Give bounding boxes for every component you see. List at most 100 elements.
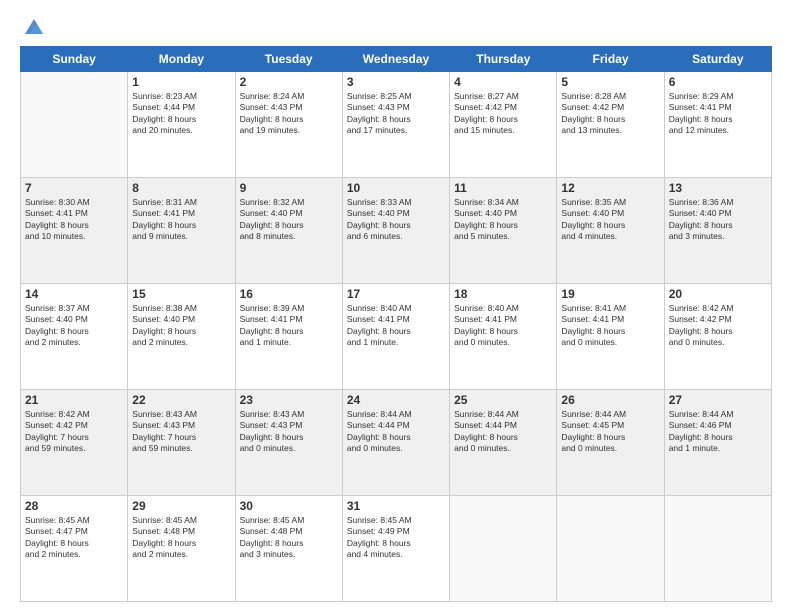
day-number: 23 — [240, 393, 338, 407]
day-number: 5 — [561, 75, 659, 89]
day-number: 31 — [347, 499, 445, 513]
day-number: 6 — [669, 75, 767, 89]
day-number: 11 — [454, 181, 552, 195]
day-info: Sunrise: 8:32 AM Sunset: 4:40 PM Dayligh… — [240, 197, 338, 243]
day-number: 7 — [25, 181, 123, 195]
day-info: Sunrise: 8:44 AM Sunset: 4:44 PM Dayligh… — [347, 409, 445, 455]
day-info: Sunrise: 8:43 AM Sunset: 4:43 PM Dayligh… — [240, 409, 338, 455]
calendar-week-row: 1 Sunrise: 8:23 AM Sunset: 4:44 PM Daylig… — [21, 72, 772, 178]
calendar-cell: 17 Sunrise: 8:40 AM Sunset: 4:41 PM Dayli… — [342, 284, 449, 390]
calendar-cell: 23 Sunrise: 8:43 AM Sunset: 4:43 PM Dayli… — [235, 390, 342, 496]
logo — [20, 20, 45, 38]
weekday-header: Thursday — [450, 47, 557, 72]
day-number: 12 — [561, 181, 659, 195]
day-info: Sunrise: 8:29 AM Sunset: 4:41 PM Dayligh… — [669, 91, 767, 137]
day-number: 15 — [132, 287, 230, 301]
day-info: Sunrise: 8:44 AM Sunset: 4:44 PM Dayligh… — [454, 409, 552, 455]
day-number: 19 — [561, 287, 659, 301]
day-info: Sunrise: 8:41 AM Sunset: 4:41 PM Dayligh… — [561, 303, 659, 349]
day-number: 16 — [240, 287, 338, 301]
day-info: Sunrise: 8:45 AM Sunset: 4:49 PM Dayligh… — [347, 515, 445, 561]
day-number: 2 — [240, 75, 338, 89]
day-info: Sunrise: 8:38 AM Sunset: 4:40 PM Dayligh… — [132, 303, 230, 349]
calendar-week-row: 7 Sunrise: 8:30 AM Sunset: 4:41 PM Daylig… — [21, 178, 772, 284]
calendar-cell: 1 Sunrise: 8:23 AM Sunset: 4:44 PM Daylig… — [128, 72, 235, 178]
day-info: Sunrise: 8:36 AM Sunset: 4:40 PM Dayligh… — [669, 197, 767, 243]
day-info: Sunrise: 8:40 AM Sunset: 4:41 PM Dayligh… — [454, 303, 552, 349]
weekday-header: Tuesday — [235, 47, 342, 72]
calendar-cell: 20Sunrise: 8:42 AM Sunset: 4:42 PM Dayli… — [664, 284, 771, 390]
header — [20, 16, 772, 38]
calendar-cell: 4 Sunrise: 8:27 AM Sunset: 4:42 PM Daylig… — [450, 72, 557, 178]
weekday-header: Wednesday — [342, 47, 449, 72]
calendar-cell: 29 Sunrise: 8:45 AM Sunset: 4:48 PM Dayli… — [128, 496, 235, 602]
day-info: Sunrise: 8:30 AM Sunset: 4:41 PM Dayligh… — [25, 197, 123, 243]
day-number: 1 — [132, 75, 230, 89]
calendar-cell: 24Sunrise: 8:44 AM Sunset: 4:44 PM Dayli… — [342, 390, 449, 496]
day-number: 17 — [347, 287, 445, 301]
day-info: Sunrise: 8:40 AM Sunset: 4:41 PM Dayligh… — [347, 303, 445, 349]
day-info: Sunrise: 8:23 AM Sunset: 4:44 PM Dayligh… — [132, 91, 230, 137]
calendar-cell: 9 Sunrise: 8:32 AM Sunset: 4:40 PM Daylig… — [235, 178, 342, 284]
calendar-cell: 31 Sunrise: 8:45 AM Sunset: 4:49 PM Dayli… — [342, 496, 449, 602]
day-number: 27 — [669, 393, 767, 407]
calendar-cell: 12Sunrise: 8:35 AM Sunset: 4:40 PM Dayli… — [557, 178, 664, 284]
weekday-header: Monday — [128, 47, 235, 72]
calendar-cell — [557, 496, 664, 602]
day-info: Sunrise: 8:45 AM Sunset: 4:48 PM Dayligh… — [132, 515, 230, 561]
page: SundayMondayTuesdayWednesdayThursdayFrid… — [0, 0, 792, 612]
calendar-cell — [664, 496, 771, 602]
day-info: Sunrise: 8:43 AM Sunset: 4:43 PM Dayligh… — [132, 409, 230, 455]
day-info: Sunrise: 8:37 AM Sunset: 4:40 PM Dayligh… — [25, 303, 123, 349]
day-info: Sunrise: 8:25 AM Sunset: 4:43 PM Dayligh… — [347, 91, 445, 137]
day-info: Sunrise: 8:33 AM Sunset: 4:40 PM Dayligh… — [347, 197, 445, 243]
day-info: Sunrise: 8:45 AM Sunset: 4:48 PM Dayligh… — [240, 515, 338, 561]
day-number: 28 — [25, 499, 123, 513]
day-number: 30 — [240, 499, 338, 513]
day-number: 20 — [669, 287, 767, 301]
calendar-cell: 5 Sunrise: 8:28 AM Sunset: 4:42 PM Daylig… — [557, 72, 664, 178]
calendar-cell: 2 Sunrise: 8:24 AM Sunset: 4:43 PM Daylig… — [235, 72, 342, 178]
calendar-week-row: 21 Sunrise: 8:42 AM Sunset: 4:42 PM Dayli… — [21, 390, 772, 496]
day-number: 22 — [132, 393, 230, 407]
day-number: 25 — [454, 393, 552, 407]
calendar-cell: 8 Sunrise: 8:31 AM Sunset: 4:41 PM Daylig… — [128, 178, 235, 284]
calendar-cell: 27 Sunrise: 8:44 AM Sunset: 4:46 PM Dayli… — [664, 390, 771, 496]
calendar-cell: 13 Sunrise: 8:36 AM Sunset: 4:40 PM Dayli… — [664, 178, 771, 284]
calendar-week-row: 28Sunrise: 8:45 AM Sunset: 4:47 PM Dayli… — [21, 496, 772, 602]
calendar-cell: 6 Sunrise: 8:29 AM Sunset: 4:41 PM Daylig… — [664, 72, 771, 178]
day-info: Sunrise: 8:42 AM Sunset: 4:42 PM Dayligh… — [25, 409, 123, 455]
day-number: 9 — [240, 181, 338, 195]
calendar-table: SundayMondayTuesdayWednesdayThursdayFrid… — [20, 46, 772, 602]
calendar-week-row: 14Sunrise: 8:37 AM Sunset: 4:40 PM Dayli… — [21, 284, 772, 390]
day-number: 10 — [347, 181, 445, 195]
day-info: Sunrise: 8:34 AM Sunset: 4:40 PM Dayligh… — [454, 197, 552, 243]
weekday-header: Sunday — [21, 47, 128, 72]
calendar-cell: 28Sunrise: 8:45 AM Sunset: 4:47 PM Dayli… — [21, 496, 128, 602]
calendar-cell — [450, 496, 557, 602]
calendar-cell: 11 Sunrise: 8:34 AM Sunset: 4:40 PM Dayli… — [450, 178, 557, 284]
logo-icon — [23, 16, 45, 38]
calendar-cell: 30 Sunrise: 8:45 AM Sunset: 4:48 PM Dayli… — [235, 496, 342, 602]
weekday-header: Friday — [557, 47, 664, 72]
day-info: Sunrise: 8:31 AM Sunset: 4:41 PM Dayligh… — [132, 197, 230, 243]
day-number: 13 — [669, 181, 767, 195]
day-number: 29 — [132, 499, 230, 513]
calendar-cell: 7 Sunrise: 8:30 AM Sunset: 4:41 PM Daylig… — [21, 178, 128, 284]
day-number: 21 — [25, 393, 123, 407]
weekday-header: Saturday — [664, 47, 771, 72]
day-info: Sunrise: 8:28 AM Sunset: 4:42 PM Dayligh… — [561, 91, 659, 137]
calendar-cell: 21 Sunrise: 8:42 AM Sunset: 4:42 PM Dayli… — [21, 390, 128, 496]
day-number: 4 — [454, 75, 552, 89]
day-number: 8 — [132, 181, 230, 195]
calendar-cell: 16Sunrise: 8:39 AM Sunset: 4:41 PM Dayli… — [235, 284, 342, 390]
calendar-cell: 3Sunrise: 8:25 AM Sunset: 4:43 PM Daylig… — [342, 72, 449, 178]
day-info: Sunrise: 8:27 AM Sunset: 4:42 PM Dayligh… — [454, 91, 552, 137]
weekday-header-row: SundayMondayTuesdayWednesdayThursdayFrid… — [21, 47, 772, 72]
calendar-cell: 14Sunrise: 8:37 AM Sunset: 4:40 PM Dayli… — [21, 284, 128, 390]
day-info: Sunrise: 8:24 AM Sunset: 4:43 PM Dayligh… — [240, 91, 338, 137]
day-info: Sunrise: 8:44 AM Sunset: 4:46 PM Dayligh… — [669, 409, 767, 455]
calendar-cell: 19 Sunrise: 8:41 AM Sunset: 4:41 PM Dayli… — [557, 284, 664, 390]
calendar-cell: 10 Sunrise: 8:33 AM Sunset: 4:40 PM Dayli… — [342, 178, 449, 284]
day-info: Sunrise: 8:44 AM Sunset: 4:45 PM Dayligh… — [561, 409, 659, 455]
